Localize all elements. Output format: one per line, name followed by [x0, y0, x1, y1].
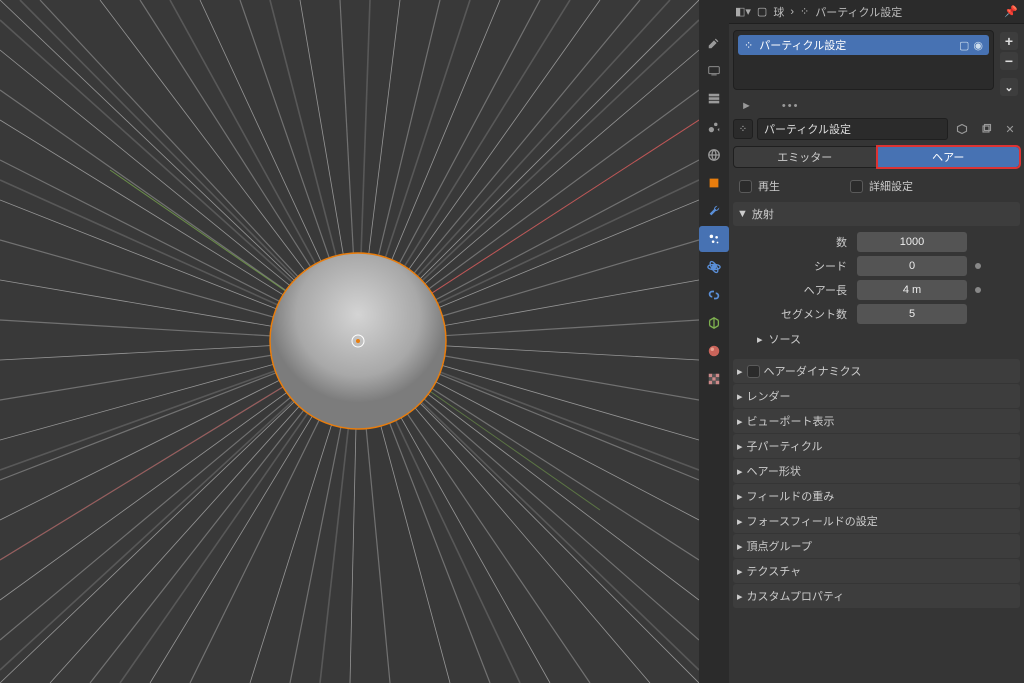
seed-label: シード — [743, 258, 853, 274]
new-button[interactable] — [976, 119, 996, 139]
properties-panel: ◧▾ ▢ 球 › ⁘ パーティクル設定 📌 ⁘ パーティクル設定 — [699, 0, 1024, 683]
checkbox-icon[interactable] — [747, 365, 760, 378]
breadcrumb: ▢ 球 › ⁘ パーティクル設定 — [757, 4, 902, 20]
breadcrumb-object: 球 — [773, 4, 784, 20]
textures-panel[interactable]: ▸テクスチャ — [733, 559, 1020, 583]
source-subpanel[interactable]: ▸ソース — [743, 328, 1016, 350]
chevron-right-icon: ▸ — [737, 490, 743, 503]
emission-panel: ▼ 放射 数1000 シード0 ヘアー長4 m セグメント数5 ▸ソース — [733, 202, 1020, 358]
chevron-right-icon: ▸ — [737, 440, 743, 453]
datablock-name[interactable]: パーティクル設定 — [757, 118, 948, 140]
chevron-right-icon: ▸ — [737, 390, 743, 403]
monitor-icon[interactable]: ▢ — [959, 39, 969, 52]
chevron-right-icon: › — [790, 6, 794, 18]
properties-header: ◧▾ ▢ 球 › ⁘ パーティクル設定 📌 — [729, 0, 1024, 24]
hair-shape-panel[interactable]: ▸ヘアー形状 — [733, 459, 1020, 483]
particle-icon: ⁘ — [800, 5, 809, 18]
particle-type-toggle: エミッター ヘアー — [733, 146, 1020, 168]
hair-dynamics-panel[interactable]: ▸ヘアーダイナミクス — [733, 359, 1020, 383]
number-label: 数 — [743, 234, 853, 250]
properties-tab-strip — [699, 0, 729, 683]
custom-properties-panel[interactable]: ▸カスタムプロパティ — [733, 584, 1020, 608]
pin-icon[interactable]: 📌 — [1004, 5, 1018, 18]
type-emitter[interactable]: エミッター — [733, 146, 877, 168]
chevron-right-icon: ▸ — [737, 590, 743, 603]
animate-dot[interactable] — [975, 263, 981, 269]
sphere-icon: ▢ — [757, 5, 767, 18]
tab-particles[interactable] — [699, 226, 729, 252]
tab-scene[interactable] — [699, 114, 729, 140]
segments-field[interactable]: 5 — [857, 304, 967, 324]
emission-header[interactable]: ▼ 放射 — [733, 202, 1020, 226]
remove-button[interactable]: − — [1000, 52, 1018, 70]
particle-system-name: パーティクル設定 — [759, 37, 846, 53]
tab-material[interactable] — [699, 338, 729, 364]
chevron-right-icon: ▸ — [737, 565, 743, 578]
tab-render[interactable] — [699, 30, 729, 56]
expand-toggle[interactable]: ► — [741, 100, 752, 112]
checkbox-icon — [850, 180, 863, 193]
tab-texture[interactable] — [699, 366, 729, 392]
chevron-right-icon: ▸ — [737, 465, 743, 478]
number-field[interactable]: 1000 — [857, 232, 967, 252]
datablock-row: ⁘ パーティクル設定 ✕ — [733, 118, 1020, 140]
properties-content: ◧▾ ▢ 球 › ⁘ パーティクル設定 📌 ⁘ パーティクル設定 — [729, 0, 1024, 683]
hair-length-label: ヘアー長 — [743, 282, 853, 298]
segments-label: セグメント数 — [743, 306, 853, 322]
camera-icon[interactable]: ◉ — [973, 39, 983, 52]
seed-field[interactable]: 0 — [857, 256, 967, 276]
type-hair[interactable]: ヘアー — [877, 146, 1021, 168]
specials-button[interactable]: ⌄ — [1000, 78, 1018, 96]
tab-object[interactable] — [699, 170, 729, 196]
chevron-right-icon: ▸ — [757, 333, 763, 346]
regrow-check[interactable]: 再生 — [739, 178, 780, 194]
viewport-display-panel[interactable]: ▸ビューポート表示 — [733, 409, 1020, 433]
hair-length-field[interactable]: 4 m — [857, 280, 967, 300]
particle-icon: ⁘ — [739, 124, 747, 135]
particle-icon: ⁘ — [744, 39, 753, 52]
editor-type-icon[interactable]: ◧▾ — [735, 5, 751, 18]
checkbox-icon — [739, 180, 752, 193]
chevron-right-icon: ▸ — [737, 365, 743, 378]
chevron-right-icon: ▸ — [737, 415, 743, 428]
datablock-browse[interactable]: ⁘ — [733, 119, 753, 139]
list-spacer: ••• — [782, 100, 800, 112]
users-button[interactable] — [952, 119, 972, 139]
unlink-button[interactable]: ✕ — [1000, 119, 1020, 139]
render-panel[interactable]: ▸レンダー — [733, 384, 1020, 408]
children-panel[interactable]: ▸子パーティクル — [733, 434, 1020, 458]
tab-constraints[interactable] — [699, 282, 729, 308]
breadcrumb-data: パーティクル設定 — [815, 4, 902, 20]
tab-physics[interactable] — [699, 254, 729, 280]
animate-dot[interactable] — [975, 287, 981, 293]
tab-modifiers[interactable] — [699, 198, 729, 224]
force-field-panel[interactable]: ▸フォースフィールドの設定 — [733, 509, 1020, 533]
particle-system-item[interactable]: ⁘ パーティクル設定 ▢ ◉ — [738, 35, 989, 55]
viewport[interactable] — [0, 0, 699, 683]
chevron-right-icon: ▸ — [737, 540, 743, 553]
vertex-groups-panel[interactable]: ▸頂点グループ — [733, 534, 1020, 558]
field-weights-panel[interactable]: ▸フィールドの重み — [733, 484, 1020, 508]
chevron-down-icon: ▼ — [737, 208, 748, 220]
tab-data[interactable] — [699, 310, 729, 336]
chevron-right-icon: ▸ — [737, 515, 743, 528]
particle-system-list[interactable]: ⁘ パーティクル設定 ▢ ◉ — [733, 30, 994, 90]
tab-world[interactable] — [699, 142, 729, 168]
add-button[interactable]: + — [1000, 32, 1018, 50]
viewport-render — [0, 0, 699, 683]
tab-viewlayer[interactable] — [699, 86, 729, 112]
tab-output[interactable] — [699, 58, 729, 84]
advanced-check[interactable]: 詳細設定 — [850, 178, 913, 194]
